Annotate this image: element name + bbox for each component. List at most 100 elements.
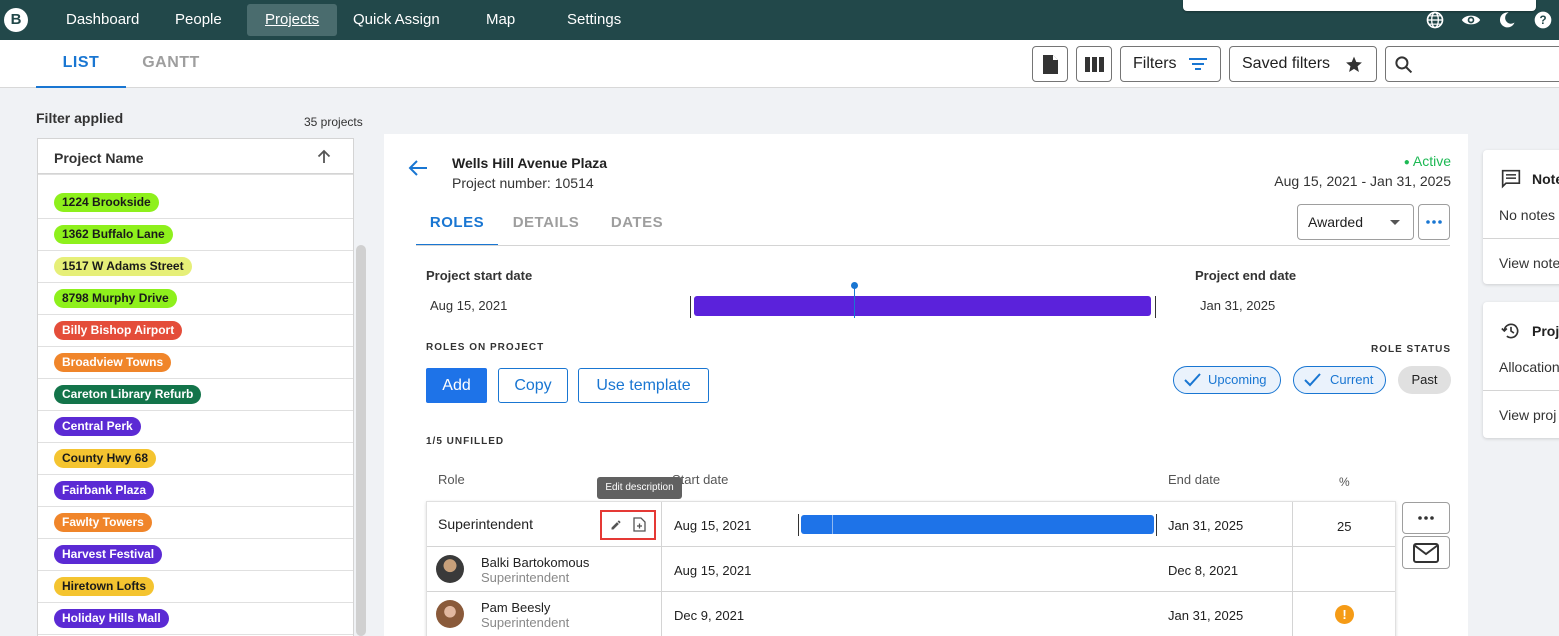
- list-item[interactable]: Central Perk: [38, 411, 353, 443]
- list-item[interactable]: 1362 Buffalo Lane: [38, 219, 353, 251]
- project-date-range: Aug 15, 2021 - Jan 31, 2025: [1274, 173, 1451, 189]
- timeline-start-tick: [690, 296, 691, 318]
- eye-icon[interactable]: [1460, 10, 1482, 30]
- stage-select[interactable]: Awarded: [1297, 204, 1414, 240]
- today-marker-dot: [851, 282, 858, 289]
- end-date-column-header: End date: [1168, 472, 1221, 487]
- filter-applied-label: Filter applied: [36, 110, 124, 126]
- role-status-label: ROLE STATUS: [1371, 344, 1452, 355]
- nav-dashboard[interactable]: Dashboard: [48, 4, 157, 36]
- assignee-name[interactable]: Pam Beesly: [481, 600, 550, 615]
- status-filter-upcoming[interactable]: Upcoming: [1173, 366, 1281, 394]
- assignee-row[interactable]: Balki Bartokomous Superintendent Aug 15,…: [427, 547, 1395, 592]
- timeline-end-tick: [1155, 296, 1156, 318]
- project-more-button[interactable]: [1418, 204, 1450, 240]
- role-percent: 25: [1337, 519, 1352, 534]
- document-icon: [1043, 55, 1058, 74]
- sort-ascending-icon[interactable]: [317, 149, 331, 164]
- nav-settings[interactable]: Settings: [549, 4, 639, 36]
- search-input[interactable]: [1385, 46, 1559, 82]
- nav-quick-assign[interactable]: Quick Assign: [335, 4, 458, 36]
- role-row[interactable]: Superintendent Aug 15, 2021 Jan 31, 2025: [427, 502, 1395, 547]
- saved-filters-button[interactable]: Saved filters: [1229, 46, 1377, 82]
- project-list-scrollbar[interactable]: [356, 245, 366, 636]
- history-icon: [1501, 323, 1519, 339]
- assignee-start-date: Aug 15, 2021: [674, 563, 752, 578]
- list-item[interactable]: Fawlty Towers: [38, 507, 353, 539]
- tab-list[interactable]: LIST: [36, 40, 126, 88]
- project-chip: Central Perk: [54, 417, 141, 436]
- assignee-name[interactable]: Balki Bartokomous: [481, 555, 589, 570]
- list-item[interactable]: 8798 Murphy Drive: [38, 283, 353, 315]
- list-item[interactable]: Fairbank Plaza: [38, 475, 353, 507]
- project-chip: Careton Library Refurb: [54, 385, 202, 404]
- app-logo[interactable]: B: [4, 8, 28, 32]
- role-more-button[interactable]: [1402, 502, 1450, 534]
- list-item[interactable]: Hiretown Lofts: [38, 571, 353, 603]
- project-start-date: Aug 15, 2021: [430, 298, 508, 313]
- status-filter-current[interactable]: Current: [1293, 366, 1386, 394]
- back-arrow-icon[interactable]: [408, 159, 428, 177]
- dark-mode-moon-icon[interactable]: [1497, 10, 1517, 30]
- svg-text:?: ?: [1539, 14, 1546, 27]
- tab-dates[interactable]: DATES: [602, 214, 672, 246]
- project-status: ● Active: [1403, 153, 1451, 169]
- tab-roles[interactable]: ROLES: [416, 214, 498, 246]
- nav-people[interactable]: People: [157, 4, 240, 36]
- warning-icon[interactable]: !: [1335, 605, 1354, 624]
- pencil-edit-icon[interactable]: [610, 519, 622, 531]
- assignee-role: Superintendent: [481, 615, 570, 630]
- mail-icon: [1413, 543, 1439, 563]
- use-template-button[interactable]: Use template: [578, 368, 709, 403]
- add-role-button[interactable]: Add: [426, 368, 487, 403]
- filters-button[interactable]: Filters: [1120, 46, 1221, 82]
- allocation-text: Allocation: [1499, 359, 1559, 375]
- project-count: 35 projects: [304, 115, 363, 129]
- columns-button[interactable]: [1076, 46, 1112, 82]
- project-list-header[interactable]: Project Name: [38, 139, 353, 174]
- tab-gantt[interactable]: GANTT: [126, 40, 216, 88]
- chevron-down-icon: [1390, 220, 1400, 225]
- project-chip: Harvest Festival: [54, 545, 163, 564]
- add-description-icon[interactable]: [633, 517, 646, 532]
- more-dots-icon: [1426, 220, 1442, 224]
- project-list: Project Name 1224 Brookside 1362 Buffalo …: [37, 138, 354, 636]
- help-icon[interactable]: ?: [1533, 10, 1553, 30]
- project-end-date: Jan 31, 2025: [1200, 298, 1276, 313]
- project-chip: Hiretown Lofts: [54, 577, 154, 596]
- project-number: Project number: 10514: [452, 175, 594, 191]
- copy-button[interactable]: Copy: [498, 368, 568, 403]
- project-chip: 1362 Buffalo Lane: [54, 225, 173, 244]
- status-filter-current-label: Current: [1330, 372, 1374, 387]
- globe-icon[interactable]: [1425, 10, 1445, 30]
- assignee-end-date: Dec 8, 2021: [1168, 563, 1239, 578]
- status-filter-past[interactable]: Past: [1398, 366, 1451, 394]
- project-end-label: Project end date: [1195, 268, 1297, 283]
- role-table: Superintendent Aug 15, 2021 Jan 31, 2025: [426, 501, 1396, 636]
- list-item[interactable]: 1517 W Adams Street: [38, 251, 353, 283]
- view-project-link[interactable]: View proj: [1499, 407, 1556, 423]
- export-button[interactable]: [1032, 46, 1068, 82]
- list-item[interactable]: Broadview Towns: [38, 347, 353, 379]
- email-button[interactable]: [1402, 536, 1450, 569]
- assignee-row[interactable]: Pam Beesly Superintendent Dec 9, 2021 Ja…: [427, 592, 1395, 636]
- list-item[interactable]: Holiday Hills Mall: [38, 603, 353, 635]
- nav-map[interactable]: Map: [468, 4, 533, 36]
- list-item[interactable]: Harvest Festival: [38, 539, 353, 571]
- list-item[interactable]: Billy Bishop Airport: [38, 315, 353, 347]
- search-icon: [1395, 56, 1413, 74]
- check-icon: [1304, 373, 1321, 387]
- role-start-date: Aug 15, 2021: [674, 518, 752, 533]
- list-item[interactable]: County Hwy 68: [38, 443, 353, 475]
- nav-projects[interactable]: Projects: [247, 4, 338, 36]
- project-name-column-label: Project Name: [54, 150, 144, 166]
- view-notes-link[interactable]: View note: [1499, 255, 1559, 271]
- tab-details[interactable]: DETAILS: [506, 214, 586, 246]
- list-item[interactable]: Careton Library Refurb: [38, 379, 353, 411]
- top-nav: B Dashboard People Projects Quick Assign…: [0, 0, 1559, 40]
- assignee-role: Superintendent: [481, 570, 570, 585]
- notes-title: Note: [1532, 171, 1559, 187]
- list-item[interactable]: 1224 Brookside: [38, 187, 353, 219]
- top-popup-edge: [1183, 0, 1536, 11]
- no-notes-text: No notes: [1499, 207, 1556, 223]
